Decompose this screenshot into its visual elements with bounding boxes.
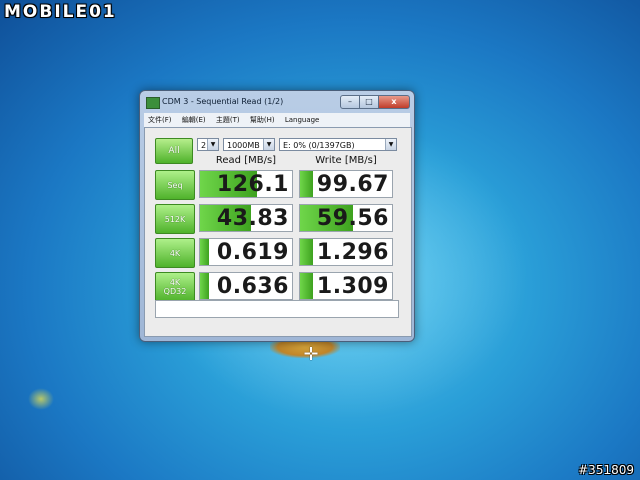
test-button[interactable]: 4K — [155, 238, 195, 268]
read-result-cell: 43.83 — [199, 204, 293, 232]
read-progress-bar — [200, 273, 210, 299]
read-value: 0.619 — [216, 240, 289, 265]
minimize-button[interactable]: – — [340, 95, 360, 109]
test-size-value: 1000MB — [227, 141, 260, 150]
read-value: 126.1 — [216, 172, 289, 197]
write-progress-bar — [300, 239, 313, 265]
watermark-brand: MOBILE01 — [4, 2, 117, 22]
write-value: 1.296 — [316, 240, 389, 265]
read-progress-bar — [200, 239, 210, 265]
app-icon — [146, 97, 160, 109]
write-result-cell: 1.309 — [299, 272, 393, 300]
status-bar — [155, 300, 399, 318]
chevron-down-icon: ▼ — [207, 139, 218, 150]
watermark-id: #351809 — [578, 463, 634, 477]
write-value: 1.309 — [316, 274, 389, 299]
test-button[interactable]: Seq — [155, 170, 195, 200]
read-result-cell: 126.1 — [199, 170, 293, 198]
menu-language[interactable]: Language — [281, 114, 324, 124]
all-button[interactable]: All — [155, 138, 193, 164]
test-button[interactable]: 4K QD32 — [155, 272, 195, 302]
write-progress-bar — [300, 171, 313, 197]
chevron-down-icon: ▼ — [385, 139, 396, 150]
drive-value: E: 0% (0/1397GB) — [283, 141, 355, 150]
write-result-cell: 59.56 — [299, 204, 393, 232]
close-button[interactable]: x — [378, 95, 410, 109]
cdm-window: CDM 3 - Sequential Read (1/2) – □ x 文件(F… — [139, 90, 415, 342]
write-result-cell: 1.296 — [299, 238, 393, 266]
menu-file[interactable]: 文件(F) — [144, 113, 176, 125]
maximize-button[interactable]: □ — [359, 95, 379, 109]
test-size-select[interactable]: 1000MB ▼ — [223, 138, 275, 151]
write-result-cell: 99.67 — [299, 170, 393, 198]
wallpaper-leaf — [28, 388, 54, 410]
drive-select[interactable]: E: 0% (0/1397GB) ▼ — [279, 138, 397, 151]
read-value: 0.636 — [216, 274, 289, 299]
read-result-cell: 0.636 — [199, 272, 293, 300]
title-bar[interactable]: CDM 3 - Sequential Read (1/2) – □ x — [140, 91, 414, 113]
test-count-select[interactable]: 2 ▼ — [197, 138, 219, 151]
menu-edit[interactable]: 編輯(E) — [178, 113, 210, 125]
test-count-value: 2 — [201, 141, 207, 150]
window-title: CDM 3 - Sequential Read (1/2) — [162, 97, 284, 106]
menu-help[interactable]: 幫助(H) — [246, 113, 279, 125]
client-area: All 2 ▼ 1000MB ▼ E: 0% (0/1397GB) ▼ Read… — [144, 127, 412, 337]
menu-bar: 文件(F) 編輯(E) 主題(T) 幫助(H) Language — [144, 113, 410, 127]
write-value: 99.67 — [316, 172, 389, 197]
write-value: 59.56 — [316, 206, 389, 231]
menu-theme[interactable]: 主題(T) — [212, 113, 244, 125]
read-header: Read [MB/s] — [215, 155, 277, 166]
write-header: Write [MB/s] — [315, 155, 377, 166]
read-result-cell: 0.619 — [199, 238, 293, 266]
chevron-down-icon: ▼ — [263, 139, 274, 150]
crosshair-cursor-icon: ✛ — [303, 344, 319, 365]
read-value: 43.83 — [216, 206, 289, 231]
write-progress-bar — [300, 273, 313, 299]
test-button[interactable]: 512K — [155, 204, 195, 234]
